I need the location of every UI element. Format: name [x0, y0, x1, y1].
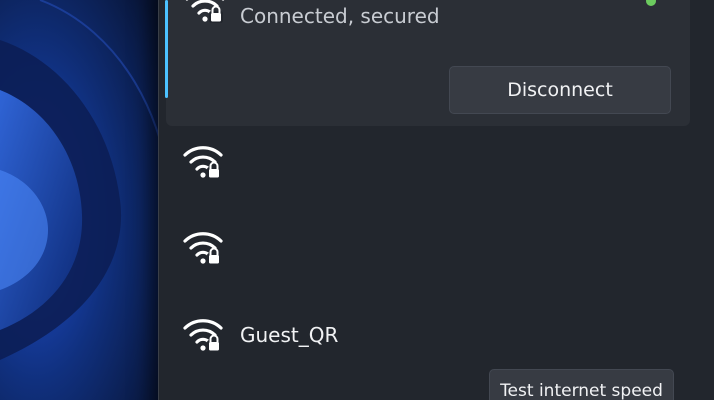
desktop-wallpaper — [0, 0, 180, 400]
wifi-lock-icon — [182, 142, 226, 182]
network-list-item[interactable]: Guest_QR — [166, 305, 690, 365]
test-internet-speed-button[interactable]: Test internet speed — [489, 369, 674, 400]
wifi-lock-icon — [184, 0, 228, 26]
network-list-item[interactable] — [166, 132, 690, 192]
wifi-lock-icon — [182, 315, 226, 355]
network-name: Guest_QR — [240, 323, 339, 347]
network-list-item[interactable] — [166, 218, 690, 278]
wifi-lock-icon — [182, 228, 226, 268]
screen: Connected, secured Disconnect Guest_QR T… — [0, 0, 714, 400]
disconnect-button[interactable]: Disconnect — [449, 66, 671, 114]
selection-accent-bar — [165, 0, 168, 98]
connection-status: Connected, secured — [240, 4, 440, 28]
